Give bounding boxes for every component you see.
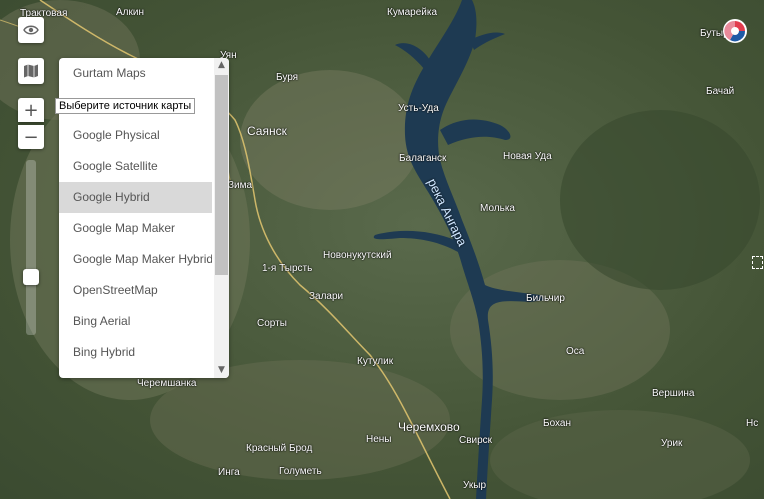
place-label: Зима bbox=[228, 180, 253, 191]
place-label: Бильчир bbox=[526, 293, 565, 304]
place-label: Сорты bbox=[257, 318, 287, 329]
place-label: Голуметь bbox=[279, 466, 322, 477]
place-label: Залари bbox=[309, 291, 344, 302]
place-label: Вершина bbox=[652, 388, 695, 399]
zoom-out-button[interactable]: − bbox=[18, 125, 44, 149]
scroll-down-icon[interactable]: ▼ bbox=[214, 363, 229, 378]
place-label: Новая Уда bbox=[503, 151, 552, 162]
place-label: Новонукутский bbox=[323, 250, 392, 261]
map-source-tooltip: Выберите источник карты bbox=[55, 98, 196, 114]
scroll-up-icon[interactable]: ▲ bbox=[214, 58, 229, 73]
map-source-option[interactable]: Google Map Maker Hybrid bbox=[59, 244, 212, 275]
eye-icon bbox=[23, 24, 39, 36]
place-label: Урик bbox=[661, 438, 683, 449]
place-label: Кутулик bbox=[357, 356, 394, 367]
place-label: Оса bbox=[566, 346, 585, 357]
place-label: Саянск bbox=[247, 124, 287, 138]
map-source-option[interactable]: Gurtam Maps bbox=[59, 58, 212, 89]
place-label: Балаганск bbox=[399, 153, 447, 164]
place-label: Алкин bbox=[116, 7, 144, 18]
map-source-option[interactable]: Google Satellite bbox=[59, 151, 212, 182]
place-label: Укыр bbox=[463, 480, 487, 491]
map-source-option[interactable]: Bing Hybrid bbox=[59, 337, 212, 368]
map-source-option[interactable]: Google Hybrid bbox=[59, 182, 212, 213]
zoom-slider-thumb[interactable] bbox=[23, 269, 39, 285]
plus-icon: + bbox=[23, 99, 39, 121]
brand-logo-icon bbox=[722, 18, 748, 44]
place-label: Черемхово bbox=[398, 420, 460, 434]
place-label: 1-я Тырсть bbox=[262, 263, 313, 274]
place-label: Бохан bbox=[543, 418, 571, 429]
place-label: Красный Брод bbox=[246, 443, 313, 454]
map-source-option[interactable]: Google Map Maker bbox=[59, 213, 212, 244]
place-label: Кумарейка bbox=[387, 7, 438, 18]
place-label: Нс bbox=[746, 418, 759, 429]
place-label: Нены bbox=[366, 434, 392, 445]
layer-visibility-button[interactable] bbox=[18, 17, 44, 43]
place-label: Усть-Уда bbox=[398, 103, 439, 114]
place-label: Бачай bbox=[706, 86, 735, 97]
map-source-option[interactable]: Google Physical bbox=[59, 120, 212, 151]
map-source-option[interactable]: Bing Aerial bbox=[59, 306, 212, 337]
map-source-button[interactable] bbox=[18, 58, 44, 84]
place-label: Молька bbox=[480, 203, 515, 214]
map-source-option[interactable]: OpenStreetMap bbox=[59, 275, 212, 306]
menu-scroll-thumb[interactable] bbox=[215, 75, 228, 275]
zoom-in-button[interactable]: + bbox=[18, 98, 44, 122]
place-label: Свирск bbox=[459, 435, 493, 446]
place-label: Черемшанка bbox=[137, 378, 197, 389]
minus-icon: − bbox=[23, 126, 39, 148]
map-icon bbox=[23, 64, 39, 78]
place-label: Буря bbox=[276, 72, 299, 83]
place-label: Инга bbox=[218, 467, 240, 478]
menu-scrollbar[interactable]: ▲ ▼ bbox=[214, 58, 229, 378]
zoom-slider-track[interactable] bbox=[26, 160, 36, 335]
map-edge-handle[interactable] bbox=[752, 256, 763, 269]
